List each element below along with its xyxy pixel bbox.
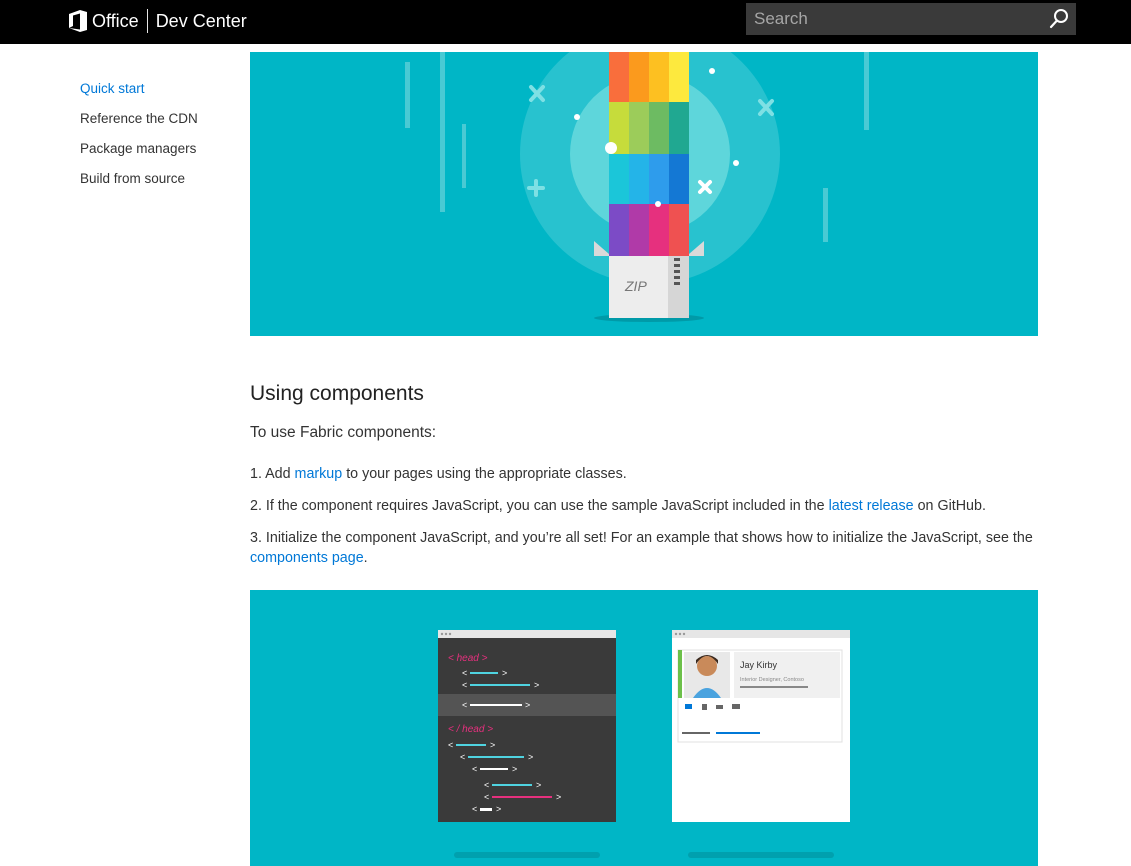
svg-text:>: > <box>502 668 507 678</box>
step-item: 1. Add markup to your pages using the ap… <box>250 466 627 482</box>
brand[interactable]: Office Dev Center <box>68 8 247 34</box>
svg-text:>: > <box>556 792 561 802</box>
svg-text:<: < <box>472 804 477 814</box>
steps-list: 1. Add markup to your pages using the ap… <box>250 464 1050 568</box>
section-intro: To use Fabric components: <box>250 424 437 441</box>
code-open-tag: < head > <box>448 653 488 664</box>
sidebar-item-package-managers[interactable]: Package managers <box>80 140 240 170</box>
svg-text:>: > <box>534 680 539 690</box>
code-close-tag: < / head > <box>448 724 493 735</box>
dev-center-label: Dev Center <box>155 10 247 31</box>
svg-text:<: < <box>460 752 465 762</box>
hero-illustration: ZIP <box>250 52 1038 336</box>
code-and-card-illustration: < head > < / head > < > < > < > < > < > < > < >… <box>438 630 850 858</box>
sidebar-item-reference-cdn[interactable]: Reference the CDN <box>80 110 240 140</box>
persona-name: Jay Kirby <box>740 660 778 670</box>
svg-text:<: < <box>484 792 489 802</box>
persona-title: Interior Designer, Contoso <box>740 677 804 683</box>
svg-text:>: > <box>536 780 541 790</box>
office-logo-icon <box>69 10 87 32</box>
svg-text:>: > <box>496 804 501 814</box>
section-title: Using components <box>250 382 424 405</box>
svg-text:>: > <box>490 740 495 750</box>
svg-text:<: < <box>462 668 467 678</box>
svg-text:>: > <box>525 700 530 710</box>
sidebar-item-build-from-source[interactable]: Build from source <box>80 170 240 200</box>
office-label: Office <box>92 10 139 31</box>
svg-text:<: < <box>472 764 477 774</box>
sidebar-nav: Quick start Reference the CDN Package ma… <box>80 80 240 200</box>
sidebar-item-quick-start[interactable]: Quick start <box>80 80 240 110</box>
latest-release-link[interactable]: latest release <box>829 498 914 514</box>
main-content: Using components To use Fabric component… <box>250 380 1050 580</box>
components-illustration: < head > < / head > < > < > < > < > < > < > < >… <box>250 590 1038 866</box>
top-bar: Office Dev Center <box>0 0 1131 44</box>
components-page-link[interactable]: components page <box>250 550 364 566</box>
search-icon[interactable] <box>1048 8 1070 30</box>
svg-text:<: < <box>448 740 453 750</box>
markup-link[interactable]: markup <box>295 466 343 482</box>
svg-text:<: < <box>462 700 467 710</box>
search-box <box>746 3 1076 35</box>
step-item: 3. Initialize the component JavaScript, … <box>250 530 1033 566</box>
zip-label: ZIP <box>624 278 647 294</box>
step-item: 2. If the component requires JavaScript,… <box>250 498 986 514</box>
svg-text:<: < <box>484 780 489 790</box>
zip-illustration: ZIP <box>405 52 869 322</box>
svg-text:>: > <box>528 752 533 762</box>
svg-text:>: > <box>512 764 517 774</box>
svg-text:<: < <box>462 680 467 690</box>
search-input[interactable] <box>746 3 1036 35</box>
brand-divider <box>146 9 148 33</box>
